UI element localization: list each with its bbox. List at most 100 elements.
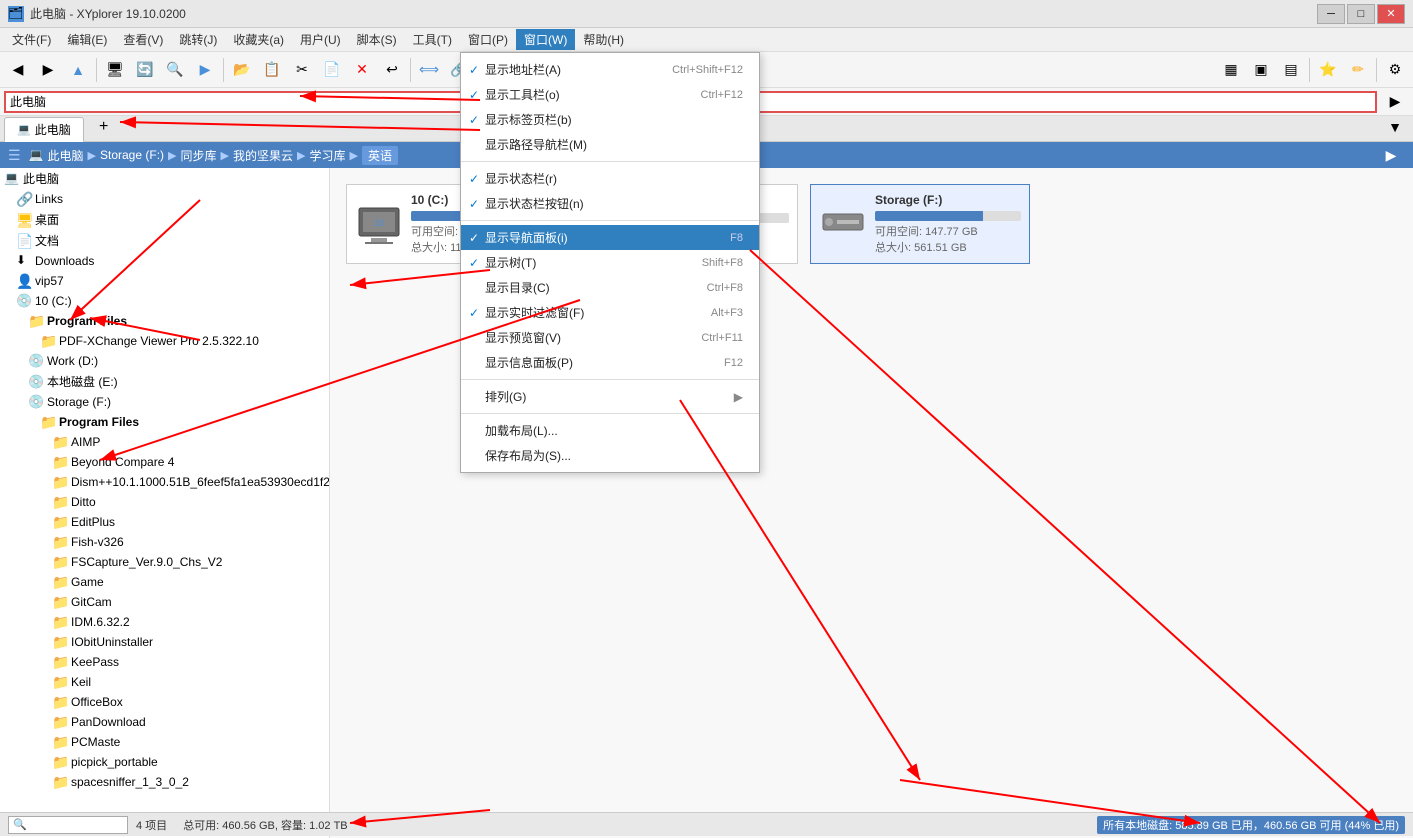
sidebar-item-pcmaste[interactable]: 📁 PCMaste xyxy=(0,732,329,752)
grid-view-button[interactable]: ▦ xyxy=(1217,56,1245,84)
bc-item-nutstore[interactable]: 我的坚果云 xyxy=(233,147,293,164)
dd-show-status[interactable]: ✓ 显示状态栏(r) xyxy=(461,166,759,191)
sidebar-item-c-drive[interactable]: 💿 10 (C:) xyxy=(0,291,329,311)
menu-favorites[interactable]: 收藏夹(a) xyxy=(225,29,292,50)
bc-item-english[interactable]: 英语 xyxy=(362,146,398,165)
list-button[interactable]: ▤ xyxy=(1277,56,1305,84)
dd-show-tabs[interactable]: ✓ 显示标签页栏(b) xyxy=(461,107,759,132)
dd-save-layout[interactable]: 保存布局为(S)... xyxy=(461,443,759,468)
menu-goto[interactable]: 跳转(J) xyxy=(171,29,225,50)
dd-show-catalog[interactable]: 显示目录(C) Ctrl+F8 xyxy=(461,275,759,300)
sidebar-item-aimp[interactable]: 📁 AIMP xyxy=(0,432,329,452)
search-button[interactable]: 🔍 xyxy=(161,56,189,84)
sidebar-item-d-drive[interactable]: 💿 Work (D:) xyxy=(0,351,329,371)
settings-button[interactable]: ⚙ xyxy=(1381,56,1409,84)
dd-sep-2 xyxy=(461,220,759,221)
menu-tools[interactable]: 工具(T) xyxy=(405,29,460,50)
minimize-button[interactable]: ─ xyxy=(1317,4,1345,24)
bc-item-sync[interactable]: 同步库 xyxy=(181,147,217,164)
delete-button[interactable]: ✕ xyxy=(348,56,376,84)
sidebar-item-links[interactable]: 🔗 Links xyxy=(0,189,329,209)
dd-show-status-btn[interactable]: ✓ 显示状态栏按钮(n) xyxy=(461,191,759,216)
color-button[interactable]: ✏ xyxy=(1344,56,1372,84)
menu-view[interactable]: 查看(V) xyxy=(115,29,171,50)
bc-item-thispc[interactable]: 此电脑 xyxy=(48,147,84,164)
back-button[interactable]: ◀ xyxy=(4,56,32,84)
sidebar-item-spacesniffer[interactable]: 📁 spacesniffer_1_3_0_2 xyxy=(0,772,329,792)
menu-edit[interactable]: 编辑(E) xyxy=(59,29,115,50)
sidebar-item-pdf-xchange[interactable]: 📁 PDF-XChange Viewer Pro 2.5.322.10 xyxy=(0,331,329,351)
sidebar-item-vip57[interactable]: 👤 vip57 xyxy=(0,271,329,291)
sidebar-label-editplus: EditPlus xyxy=(71,515,115,529)
sidebar-item-picpick[interactable]: 📁 picpick_portable xyxy=(0,752,329,772)
dd-show-breadcrumb[interactable]: 显示路径导航栏(M) xyxy=(461,132,759,157)
sidebar-item-beyond-compare[interactable]: 📁 Beyond Compare 4 xyxy=(0,452,329,472)
up-button[interactable]: ▲ xyxy=(64,56,92,84)
sidebar-item-editplus[interactable]: 📁 EditPlus xyxy=(0,512,329,532)
bc-item-study[interactable]: 学习库 xyxy=(309,147,345,164)
dd-show-info[interactable]: 显示信息面板(P) F12 xyxy=(461,350,759,375)
cut-button[interactable]: ✂ xyxy=(288,56,316,84)
bc-item-storage[interactable]: Storage (F:) xyxy=(100,148,164,162)
sidebar-item-ditto[interactable]: 📁 Ditto xyxy=(0,492,329,512)
copy2-button[interactable]: 📋 xyxy=(258,56,286,84)
home-button[interactable]: 🖥 xyxy=(101,56,129,84)
paste-button[interactable]: 📄 xyxy=(318,56,346,84)
sidebar-item-idm[interactable]: 📁 IDM.6.32.2 xyxy=(0,612,329,632)
copy-button[interactable]: ▶ xyxy=(191,56,219,84)
sidebar-item-desktop[interactable]: 🖥 桌面 xyxy=(0,209,329,230)
sidebar-item-documents[interactable]: 📄 文档 xyxy=(0,230,329,251)
search-input[interactable] xyxy=(8,816,128,834)
menu-help[interactable]: 帮助(H) xyxy=(575,29,632,50)
sidebar-item-program-files-c[interactable]: 📁 Program Files xyxy=(0,311,329,331)
sidebar-item-fscapture[interactable]: 📁 FSCapture_Ver.9.0_Chs_V2 xyxy=(0,552,329,572)
close-button[interactable]: ✕ xyxy=(1377,4,1405,24)
dd-show-address[interactable]: ✓ 显示地址栏(A) Ctrl+Shift+F12 xyxy=(461,57,759,82)
forward-button[interactable]: ▶ xyxy=(34,56,62,84)
sidebar-item-keil[interactable]: 📁 Keil xyxy=(0,672,329,692)
panel-button[interactable]: ▣ xyxy=(1247,56,1275,84)
addr-go-button[interactable]: ▶ xyxy=(1381,88,1409,116)
refresh-button[interactable]: 🔄 xyxy=(131,56,159,84)
tab-this-pc[interactable]: 💻 此电脑 xyxy=(4,117,84,142)
drive-tile-f[interactable]: Storage (F:) 可用空间: 147.77 GB 总大小: 561.51… xyxy=(810,184,1030,264)
sidebar-item-thispc[interactable]: 💻 此电脑 xyxy=(0,168,329,189)
dd-show-filter[interactable]: ✓ 显示实时过滤窗(F) Alt+F3 xyxy=(461,300,759,325)
new-tab-button[interactable]: + xyxy=(90,113,118,141)
dd-show-toolbar[interactable]: ✓ 显示工具栏(o) Ctrl+F12 xyxy=(461,82,759,107)
sidebar-item-officebox[interactable]: 📁 OfficeBox xyxy=(0,692,329,712)
star-button[interactable]: ⭐ xyxy=(1314,56,1342,84)
sidebar-item-iobit[interactable]: 📁 IObitUninstaller xyxy=(0,632,329,652)
sidebar-item-pandownload[interactable]: 📁 PanDownload xyxy=(0,712,329,732)
menu-file[interactable]: 文件(F) xyxy=(4,29,59,50)
sidebar-item-dism[interactable]: 📁 Dism++10.1.1000.51B_6feef5fa1ea53930ec… xyxy=(0,472,329,492)
maximize-button[interactable]: □ xyxy=(1347,4,1375,24)
sidebar-item-downloads[interactable]: ⬇ Downloads xyxy=(0,251,329,271)
menu-user[interactable]: 用户(U) xyxy=(292,29,349,50)
dd-show-tree[interactable]: ✓ 显示树(T) Shift+F8 xyxy=(461,250,759,275)
menu-window-p[interactable]: 窗口(P) xyxy=(460,29,516,50)
undo-button[interactable]: ↩ xyxy=(378,56,406,84)
sidebar-item-f-drive[interactable]: 💿 Storage (F:) xyxy=(0,392,329,412)
sidebar-item-fish[interactable]: 📁 Fish-v326 xyxy=(0,532,329,552)
menu-window-w[interactable]: 窗口(W) xyxy=(516,29,575,50)
sync-button[interactable]: ⟺ xyxy=(415,56,443,84)
dd-load-layout[interactable]: 加载布局(L)... xyxy=(461,418,759,443)
browse-button[interactable]: 📂 xyxy=(228,56,256,84)
dd-arrange[interactable]: 排列(G) ▶ xyxy=(461,384,759,409)
documents-icon: 📄 xyxy=(16,233,32,249)
sidebar-item-e-drive[interactable]: 💿 本地磁盘 (E:) xyxy=(0,371,329,392)
dd-show-preview[interactable]: 显示预览窗(V) Ctrl+F11 xyxy=(461,325,759,350)
sidebar-label-program-files-f: Program Files xyxy=(59,415,139,429)
sidebar-item-gitcam[interactable]: 📁 GitCam xyxy=(0,592,329,612)
sidebar-item-program-files-f[interactable]: 📁 Program Files xyxy=(0,412,329,432)
dd-check-nav: ✓ xyxy=(469,231,485,245)
breadcrumb-right-arrow[interactable]: ▶ xyxy=(1377,141,1405,169)
tab-menu-button[interactable]: ▼ xyxy=(1381,113,1409,141)
dd-sep-3 xyxy=(461,379,759,380)
window-title: 此电脑 - XYplorer 19.10.0200 xyxy=(30,5,186,22)
sidebar-item-keepass[interactable]: 📁 KeePass xyxy=(0,652,329,672)
dd-show-nav[interactable]: ✓ 显示导航面板(i) F8 xyxy=(461,225,759,250)
sidebar-item-game[interactable]: 📁 Game xyxy=(0,572,329,592)
menu-script[interactable]: 脚本(S) xyxy=(349,29,405,50)
